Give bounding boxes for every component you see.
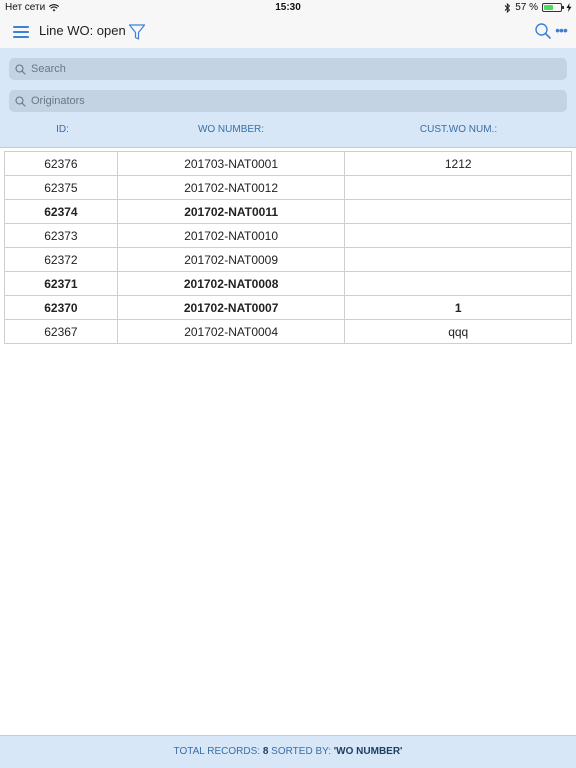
search-field[interactable] bbox=[9, 58, 567, 80]
table-row[interactable]: 62374 201702-NAT0011 bbox=[4, 199, 572, 224]
filter-icon[interactable] bbox=[128, 23, 146, 41]
cell-cust-wo-num: 1212 bbox=[344, 151, 572, 176]
table-row[interactable]: 62373 201702-NAT0010 bbox=[4, 223, 572, 248]
nav-bar: Line WO: open ••• bbox=[0, 16, 576, 48]
cell-cust-wo-num bbox=[344, 271, 572, 296]
cell-wo-number: 201702-NAT0004 bbox=[116, 319, 346, 344]
column-headers: ID: WO NUMBER: CUST.WO NUM.: bbox=[0, 124, 576, 138]
cell-cust-wo-num: 1 bbox=[344, 295, 572, 320]
column-header-wo-number[interactable]: WO NUMBER: bbox=[117, 124, 345, 135]
table-row[interactable]: 62371 201702-NAT0008 bbox=[4, 271, 572, 296]
cell-cust-wo-num bbox=[344, 223, 572, 248]
originators-search-icon bbox=[15, 95, 26, 107]
search-field-icon bbox=[15, 63, 26, 75]
charging-bolt-icon bbox=[566, 3, 572, 12]
cell-wo-number: 201703-NAT0001 bbox=[116, 151, 346, 176]
table-row[interactable]: 62370 201702-NAT0007 1 bbox=[4, 295, 572, 320]
status-right: 57 % bbox=[504, 2, 572, 13]
cell-cust-wo-num bbox=[344, 175, 572, 200]
cell-id: 62373 bbox=[4, 223, 118, 248]
cell-cust-wo-num bbox=[344, 247, 572, 272]
cell-cust-wo-num: qqq bbox=[344, 319, 572, 344]
menu-icon[interactable] bbox=[13, 26, 29, 38]
table-row[interactable]: 62367 201702-NAT0004 qqq bbox=[4, 319, 572, 344]
bluetooth-icon bbox=[504, 2, 511, 13]
column-header-cust-wo-num[interactable]: CUST.WO NUM.: bbox=[345, 124, 572, 135]
wo-table: 62376 201703-NAT0001 1212 62375 201702-NAT00… bbox=[4, 151, 572, 344]
cell-wo-number: 201702-NAT0011 bbox=[116, 199, 346, 224]
cell-id: 62370 bbox=[4, 295, 118, 320]
originators-input[interactable] bbox=[31, 95, 531, 107]
search-input[interactable] bbox=[31, 63, 531, 75]
cell-wo-number: 201702-NAT0008 bbox=[116, 271, 346, 296]
cell-id: 62372 bbox=[4, 247, 118, 272]
cell-cust-wo-num bbox=[344, 199, 572, 224]
cell-id: 62367 bbox=[4, 319, 118, 344]
cell-id: 62371 bbox=[4, 271, 118, 296]
cell-wo-number: 201702-NAT0010 bbox=[116, 223, 346, 248]
cell-wo-number: 201702-NAT0007 bbox=[116, 295, 346, 320]
status-time: 15:30 bbox=[275, 2, 301, 13]
total-records-value: 8 bbox=[262, 746, 269, 757]
battery-fill bbox=[544, 5, 554, 10]
sorted-by-label: SORTED BY: bbox=[271, 746, 332, 757]
cell-wo-number: 201702-NAT0009 bbox=[116, 247, 346, 272]
cell-wo-number: 201702-NAT0012 bbox=[116, 175, 346, 200]
cell-id: 62375 bbox=[4, 175, 118, 200]
originators-field[interactable] bbox=[9, 90, 567, 112]
cell-id: 62376 bbox=[4, 151, 118, 176]
filter-header: ID: WO NUMBER: CUST.WO NUM.: bbox=[0, 48, 576, 148]
sorted-by-value: 'WO NUMBER' bbox=[333, 746, 403, 757]
total-records-label: TOTAL RECORDS: bbox=[173, 746, 261, 757]
search-icon[interactable] bbox=[534, 22, 552, 40]
cell-id: 62374 bbox=[4, 199, 118, 224]
column-header-id[interactable]: ID: bbox=[4, 124, 121, 135]
table-row[interactable]: 62376 201703-NAT0001 1212 bbox=[4, 151, 572, 176]
table-row[interactable]: 62372 201702-NAT0009 bbox=[4, 247, 572, 272]
more-icon[interactable]: ••• bbox=[552, 22, 570, 40]
status-bar: Нет сети 15:30 57 % bbox=[0, 0, 576, 16]
page-title: Line WO: open bbox=[39, 23, 126, 38]
battery-percent: 57 % bbox=[515, 2, 538, 13]
footer-summary: TOTAL RECORDS: 8 SORTED BY: 'WO NUMBER' bbox=[0, 735, 576, 768]
wo-table-body: 62376 201703-NAT0001 1212 62375 201702-NAT00… bbox=[4, 151, 572, 344]
table-row[interactable]: 62375 201702-NAT0012 bbox=[4, 175, 572, 200]
battery-icon bbox=[542, 3, 564, 12]
